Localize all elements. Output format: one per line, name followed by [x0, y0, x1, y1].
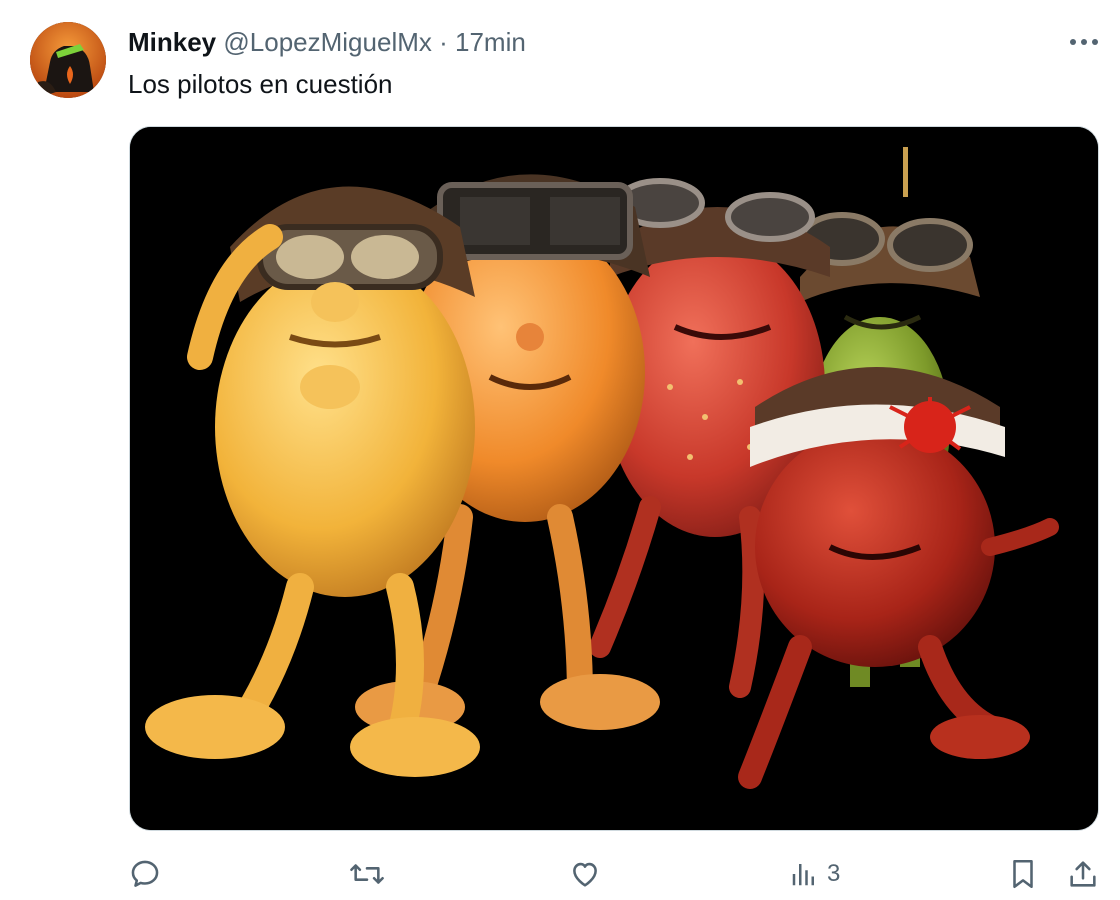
share-icon [1070, 861, 1096, 887]
more-options-button[interactable] [1064, 26, 1104, 58]
reply-button[interactable] [128, 848, 162, 900]
tweet-media-image[interactable] [129, 126, 1099, 831]
share-button[interactable] [1066, 848, 1100, 900]
heart-icon [573, 862, 597, 887]
separator-dot: · [439, 27, 448, 57]
timestamp[interactable]: 17min [455, 27, 526, 57]
tweet-header: Minkey @LopezMiguelMx · 17min [128, 26, 526, 58]
more-icon [1070, 39, 1098, 45]
retweet-button[interactable] [348, 848, 386, 900]
tweet-card: Minkey @LopezMiguelMx · 17min Los piloto… [0, 0, 1120, 899]
bookmark-button[interactable] [1008, 848, 1038, 900]
avatar-image [30, 22, 106, 98]
retweet-icon [350, 864, 384, 884]
like-button[interactable] [568, 848, 602, 900]
display-name[interactable]: Minkey [128, 27, 216, 57]
views-icon [792, 864, 814, 886]
views-button[interactable]: 3 [789, 848, 840, 900]
views-count: 3 [827, 860, 841, 887]
user-handle[interactable]: @LopezMiguelMx [223, 27, 431, 57]
tweet-actions-bar: 3 [0, 848, 1120, 900]
reply-icon [131, 860, 159, 887]
bookmark-icon [1013, 859, 1033, 889]
media-illustration [130, 127, 1098, 830]
avatar[interactable] [30, 22, 106, 98]
tweet-text: Los pilotos en cuestión [128, 69, 393, 99]
